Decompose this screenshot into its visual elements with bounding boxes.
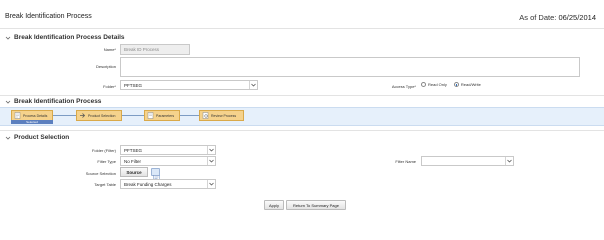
- target-table-value: Break Funding Charges: [124, 181, 172, 187]
- product-section-header[interactable]: Product Selection: [5, 134, 69, 141]
- document-icon: [147, 112, 154, 119]
- read-only-label: Read Only: [428, 82, 447, 87]
- source-button[interactable]: Source: [120, 167, 148, 177]
- folder-label: Folder*: [103, 84, 116, 89]
- page-title: Break Identification Process: [5, 13, 92, 20]
- target-table-select[interactable]: Break Funding Charges: [120, 179, 216, 189]
- read-write-radio[interactable]: [453, 82, 459, 87]
- process-divider: [0, 130, 604, 131]
- return-to-summary-button[interactable]: Return To Summary Page: [286, 200, 346, 210]
- document-icon: [14, 112, 21, 119]
- as-of-date: As of Date: 06/25/2014: [519, 13, 596, 22]
- details-section-title: Break Identification Process Details: [14, 34, 125, 41]
- chevron-down-icon: [5, 36, 11, 40]
- filter-name-select[interactable]: [421, 156, 514, 166]
- hierarchy-browser-icon[interactable]: [151, 168, 160, 181]
- details-section-header[interactable]: Break Identification Process Details: [5, 34, 125, 41]
- access-type-group: Read Only Read/Write: [421, 82, 481, 87]
- as-of-value: 06/25/2014: [558, 13, 596, 22]
- step-label: Product Selection: [88, 113, 116, 118]
- folder-select-value: PFTSEG: [124, 82, 143, 88]
- read-write-label: Read/Write: [460, 82, 481, 87]
- step-connector: [122, 115, 144, 116]
- arrow-right-icon: [80, 113, 86, 118]
- description-label: Description: [95, 64, 116, 69]
- step-label: Review Process: [211, 113, 237, 118]
- chevron-down-icon: [5, 100, 11, 104]
- folder-filter-label: Folder (Filter): [91, 148, 116, 153]
- folder-select[interactable]: PFTSEG: [120, 80, 258, 90]
- target-table-label: Target Table: [94, 182, 116, 187]
- process-section-header[interactable]: Break Identification Process: [5, 98, 101, 105]
- folder-filter-value: PFTSEG: [124, 147, 143, 153]
- current-step-indicator: Selected: [11, 120, 53, 124]
- name-label: Name*: [103, 47, 116, 52]
- filter-type-value: No Filter: [124, 158, 142, 164]
- filter-type-label: Filter Type: [97, 159, 116, 164]
- step-connector: [180, 115, 199, 116]
- chevron-down-icon: [207, 180, 215, 188]
- step-review-process[interactable]: Review Process: [199, 110, 244, 121]
- step-label: Parameters: [156, 113, 175, 118]
- source-selection-label: Source Selection: [85, 171, 116, 176]
- product-section-title: Product Selection: [14, 134, 70, 141]
- review-icon: [202, 112, 209, 119]
- chevron-down-icon: [207, 146, 215, 154]
- apply-button[interactable]: Apply: [264, 200, 284, 210]
- chevron-down-icon: [5, 136, 11, 140]
- access-type-label: Access Type*: [391, 84, 416, 89]
- step-product-selection[interactable]: Product Selection: [76, 110, 122, 121]
- folder-filter-select[interactable]: PFTSEG: [120, 145, 216, 155]
- step-connector: [53, 115, 76, 116]
- name-field[interactable]: Break ID Process: [120, 44, 190, 55]
- process-section-title: Break Identification Process: [14, 98, 102, 105]
- description-field[interactable]: [120, 57, 580, 77]
- header-divider: [0, 28, 604, 29]
- read-only-radio[interactable]: [421, 82, 426, 87]
- chevron-down-icon: [249, 81, 257, 89]
- chevron-down-icon: [505, 157, 513, 165]
- filter-type-select[interactable]: No Filter: [120, 156, 216, 166]
- details-divider: [0, 95, 604, 96]
- chevron-down-icon: [207, 157, 215, 165]
- as-of-label: As of Date:: [519, 13, 557, 22]
- step-label: Process Details: [23, 113, 48, 118]
- filter-name-label: Filter Name: [395, 159, 416, 164]
- step-parameters[interactable]: Parameters: [144, 110, 180, 121]
